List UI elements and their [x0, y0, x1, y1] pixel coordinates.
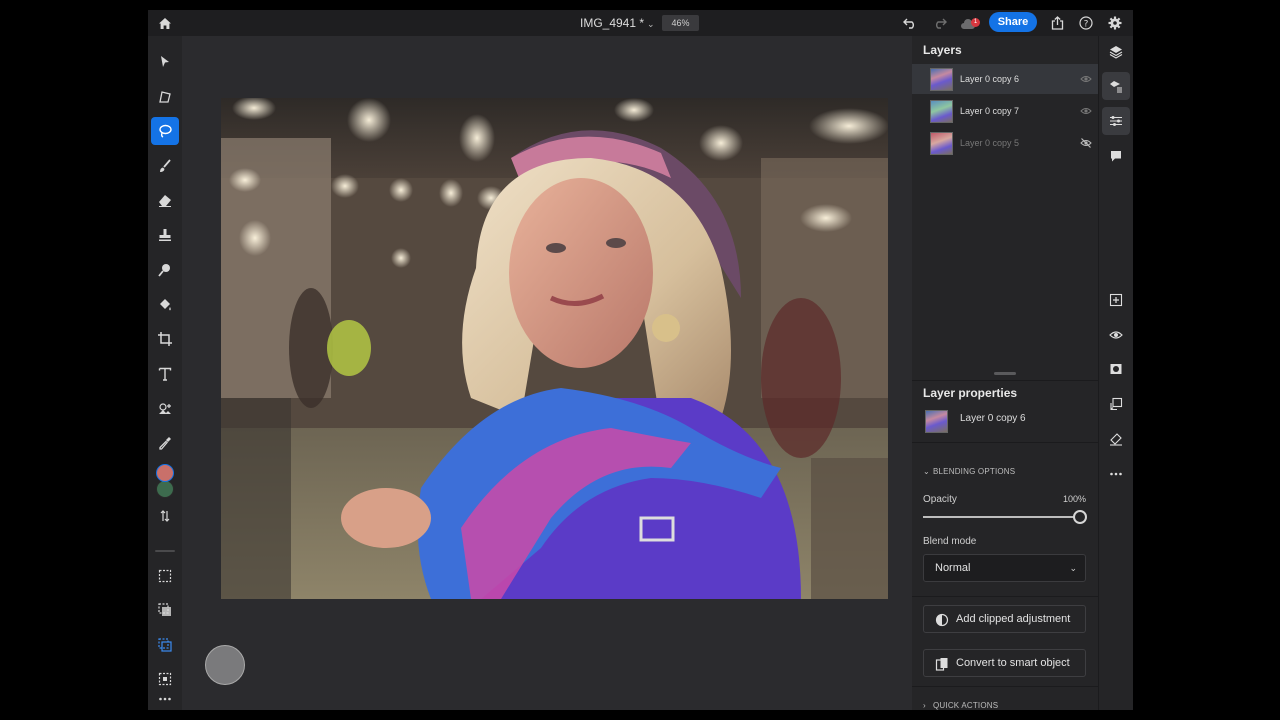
more-options-icon[interactable] — [1102, 460, 1130, 488]
cloud-sync-icon[interactable]: 1 — [958, 10, 980, 36]
notification-badge: 1 — [971, 18, 980, 27]
select-icon[interactable] — [151, 48, 179, 76]
divider — [912, 442, 1098, 443]
tools-toolbar — [148, 36, 182, 710]
share-button[interactable]: Share — [989, 12, 1037, 32]
chevron-down-icon: ⌄ — [1069, 563, 1077, 573]
background-color-swatch[interactable] — [156, 480, 174, 498]
blend-mode-select[interactable]: Normal ⌄ — [923, 554, 1086, 582]
layer-thumbnail — [930, 132, 953, 155]
fill-adjust-icon[interactable] — [1102, 425, 1130, 453]
right-icon-rail — [1098, 36, 1133, 710]
redo-icon[interactable] — [930, 10, 950, 36]
layer-thumbnail — [930, 100, 953, 123]
blend-mode-value: Normal — [935, 562, 971, 574]
layer-row-selected[interactable]: Layer 0 copy 6 — [912, 64, 1098, 94]
layer-thumbnail — [930, 68, 953, 91]
layer-row-hidden[interactable]: Layer 0 copy 5 — [912, 128, 1098, 158]
eraser-icon[interactable] — [151, 186, 179, 214]
blending-options-toggle[interactable]: ⌄ BLENDING OPTIONS — [923, 467, 1015, 476]
panel-divider — [912, 380, 1098, 381]
divider — [912, 596, 1098, 597]
layer-properties-title: Layer properties — [923, 386, 1018, 400]
photo-portrait — [221, 98, 888, 599]
convert-smart-object-label: Convert to smart object — [956, 657, 1070, 669]
transform-icon[interactable] — [151, 83, 179, 111]
chevron-down-icon: ⌄ — [923, 467, 930, 476]
layer-name: Layer 0 copy 5 — [960, 138, 1020, 148]
layers-panel: Layers Layer 0 copy 6 Layer 0 copy 7 Lay… — [912, 36, 1098, 710]
touch-shortcut-button[interactable] — [205, 645, 245, 685]
visibility-eye-icon[interactable] — [1080, 105, 1092, 117]
deselect-icon[interactable] — [151, 596, 179, 624]
clone-stamp-icon[interactable] — [151, 221, 179, 249]
settings-gear-icon[interactable] — [1106, 10, 1124, 36]
layer-mask-icon[interactable] — [1102, 355, 1130, 383]
add-clipped-adjustment-button[interactable]: Add clipped adjustment — [923, 605, 1086, 633]
layer-properties-thumbnail — [925, 410, 948, 433]
opacity-label: Opacity — [923, 494, 957, 505]
document-image[interactable] — [221, 98, 888, 599]
chevron-down-icon: ⌄ — [647, 19, 655, 29]
blend-mode-label: Blend mode — [923, 536, 977, 547]
crop-icon[interactable] — [151, 325, 179, 353]
swap-colors-icon[interactable] — [151, 502, 179, 530]
smart-object-icon — [935, 658, 948, 671]
layer-details-icon[interactable] — [1102, 72, 1130, 100]
convert-smart-object-button[interactable]: Convert to smart object — [923, 649, 1086, 677]
layer-name: Layer 0 copy 6 — [960, 74, 1020, 84]
lasso-icon[interactable] — [151, 117, 179, 145]
canvas-area[interactable] — [182, 36, 912, 710]
healing-icon[interactable] — [151, 256, 179, 284]
layer-name: Layer 0 copy 7 — [960, 106, 1020, 116]
home-icon[interactable] — [154, 10, 176, 36]
photoshop-app: IMG_4941 * ⌄ 46% 1 Share ? Layers Layer … — [148, 10, 1133, 710]
document-title-dropdown[interactable]: IMG_4941 * ⌄ — [580, 10, 655, 36]
layer-row[interactable]: Layer 0 copy 7 — [912, 96, 1098, 126]
opacity-slider-handle[interactable] — [1073, 510, 1087, 524]
blending-options-label: BLENDING OPTIONS — [933, 467, 1016, 476]
add-layer-icon[interactable] — [1102, 286, 1130, 314]
layer-properties-name: Layer 0 copy 6 — [960, 413, 1026, 424]
document-title: IMG_4941 * — [580, 16, 645, 30]
eyedropper-icon[interactable] — [151, 429, 179, 457]
visibility-eye-icon[interactable] — [1080, 73, 1092, 85]
add-clipped-adjustment-label: Add clipped adjustment — [956, 613, 1071, 625]
invert-selection-icon[interactable] — [151, 631, 179, 659]
svg-text:?: ? — [1084, 19, 1089, 29]
layer-visibility-eye-icon[interactable] — [1102, 321, 1130, 349]
select-all-icon[interactable] — [151, 562, 179, 590]
divider — [912, 686, 1098, 687]
opacity-slider-track[interactable] — [923, 516, 1079, 518]
type-icon[interactable] — [151, 360, 179, 388]
undo-icon[interactable] — [900, 10, 920, 36]
quick-actions-toggle[interactable]: › QUICK ACTIONS — [923, 701, 998, 710]
visibility-hidden-eye-icon[interactable] — [1080, 137, 1092, 149]
fill-icon[interactable] — [151, 291, 179, 319]
top-bar: IMG_4941 * ⌄ 46% 1 Share ? — [148, 10, 1133, 36]
help-icon[interactable]: ? — [1077, 10, 1095, 36]
chevron-right-icon: › — [923, 701, 926, 710]
opacity-value[interactable]: 100% — [1063, 494, 1086, 504]
place-image-icon[interactable] — [151, 395, 179, 423]
layers-stack-icon[interactable] — [1102, 38, 1130, 66]
quick-actions-label: QUICK ACTIONS — [933, 701, 999, 710]
more-tools-icon[interactable] — [151, 685, 179, 710]
panel-resize-handle[interactable] — [994, 372, 1016, 375]
export-icon[interactable] — [1048, 10, 1066, 36]
adjustment-icon — [935, 613, 949, 627]
brush-icon[interactable] — [151, 152, 179, 180]
comments-icon[interactable] — [1102, 142, 1130, 170]
adjustments-sliders-icon[interactable] — [1102, 107, 1130, 135]
foreground-color-swatch[interactable] — [156, 464, 174, 482]
clip-layer-icon[interactable] — [1102, 390, 1130, 418]
layers-panel-title: Layers — [923, 43, 962, 57]
zoom-level[interactable]: 46% — [662, 15, 699, 31]
toolbar-divider — [155, 550, 175, 552]
